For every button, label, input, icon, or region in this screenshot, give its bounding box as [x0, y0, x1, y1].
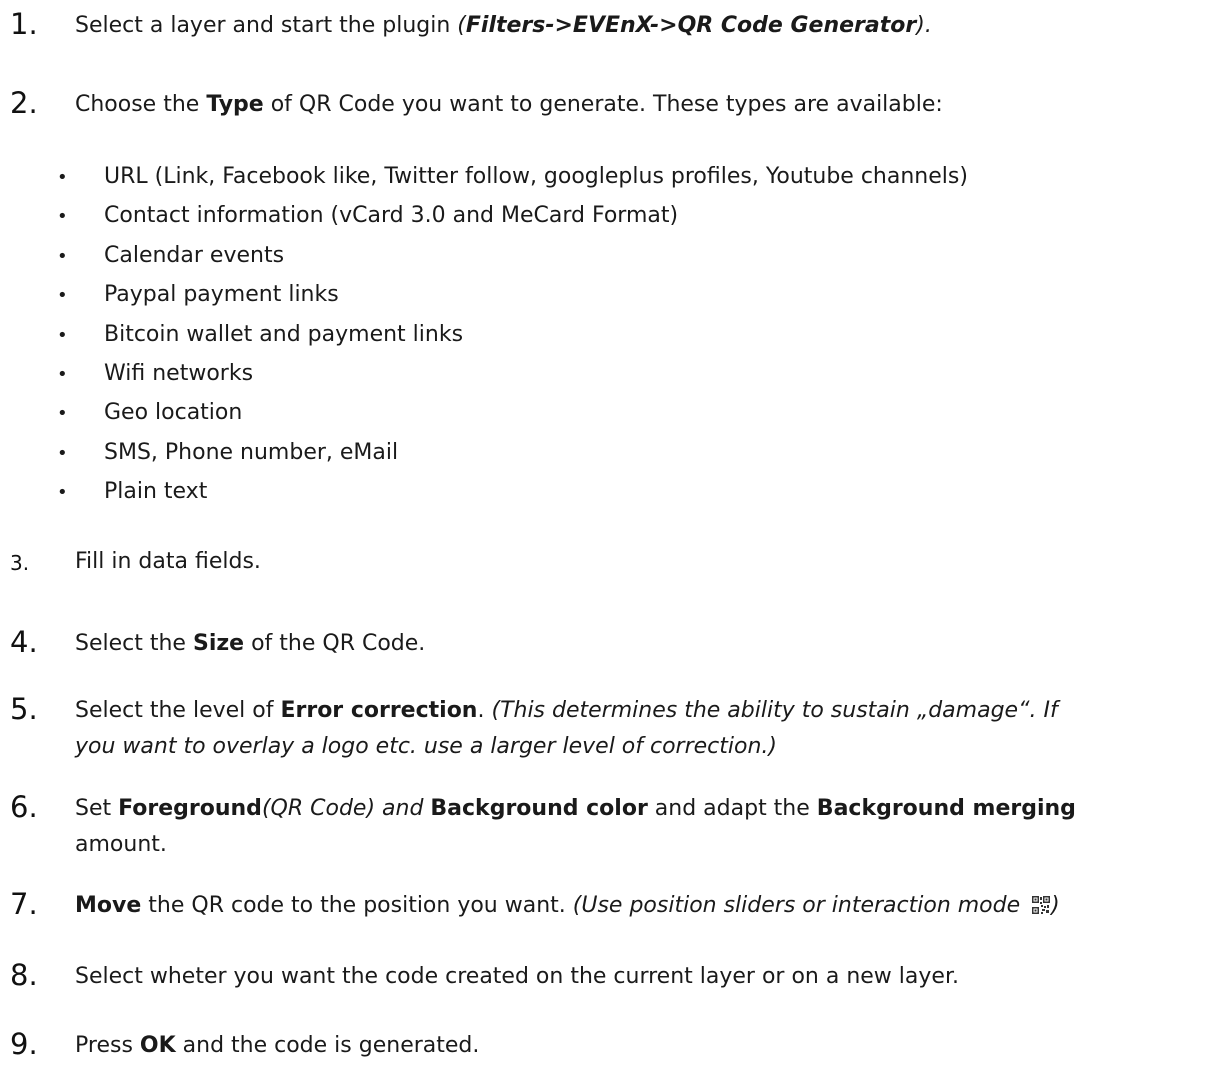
bullet-icon: • — [57, 285, 68, 307]
bullet-icon: • — [57, 167, 68, 188]
bullet-icon: • — [57, 403, 68, 425]
step-text-segment: Select a layer and start the plugin — [75, 13, 458, 38]
step-text-segment: Move — [75, 893, 142, 918]
step-text-segment: Select wheter you want the code created … — [75, 964, 959, 989]
step-text-segment: and adapt the — [647, 796, 817, 821]
step-text-segment: Background merging — [816, 796, 1076, 821]
bullet-icon: • — [57, 245, 68, 267]
step-text-segment: Select the level of — [75, 698, 281, 723]
step-text-segment: the QR code to the position you want. — [141, 893, 573, 918]
step-text-segment: and the code is generated. — [175, 1033, 480, 1058]
step-text-segment: ). — [916, 13, 932, 38]
bullet-icon: • — [57, 364, 68, 385]
step-number: 1. — [10, 7, 38, 41]
step-text-segment: (QR Code) and — [261, 796, 431, 821]
type-list-item: Contact information (vCard 3.0 and MeCar… — [104, 203, 679, 229]
type-list-item: Bitcoin wallet and payment links — [104, 321, 464, 347]
step-number: 2. — [10, 86, 38, 120]
step-number: 6. — [10, 790, 38, 824]
step-number: 7. — [10, 887, 38, 921]
step-text-segment: of QR Code you want to generate. These t… — [263, 92, 943, 117]
step-text-segment: ( — [457, 13, 466, 38]
step-text-segment: of the QR Code. — [244, 631, 426, 656]
step-text-segment: Filters->EVEnX->QR Code Generator — [465, 13, 917, 38]
type-list-item: URL (Link, Facebook like, Twitter follow… — [104, 164, 968, 189]
step-text-segment: Choose the — [75, 92, 207, 117]
bullet-icon: • — [57, 482, 68, 504]
bullet-icon: • — [57, 324, 68, 346]
step-text-segment: Background color — [430, 796, 648, 821]
type-list-item: Plain text — [104, 479, 208, 505]
type-list-item: Calendar events — [104, 242, 285, 268]
step-number: 4. — [10, 625, 38, 659]
step-text-segment: (This determines the ability to sustain … — [491, 698, 1058, 723]
step-text: Choose the Type of QR Code you want to g… — [75, 94, 943, 116]
step-number: 5. — [10, 692, 38, 726]
step-text-segment: OK — [139, 1033, 176, 1058]
step-text-segment: Error correction — [280, 698, 478, 723]
bullet-icon: • — [57, 442, 68, 464]
type-list-item: Wifi networks — [104, 361, 254, 386]
step-text: Select the Size of the QR Code. — [75, 633, 425, 655]
step-text: Select the level of Error correction. (T… — [75, 700, 1058, 722]
step-text-segment: . — [477, 698, 492, 723]
step-text-continued: amount. — [75, 834, 167, 856]
type-list-item: Geo location — [104, 400, 243, 426]
step-text-segment: ) — [1051, 893, 1060, 918]
bullet-icon: • — [57, 206, 68, 228]
step-text-segment: Select the — [75, 631, 193, 656]
step-text: Select a layer and start the plugin (Fil… — [75, 15, 932, 37]
step-text-segment: Size — [192, 631, 245, 656]
step-number: 9. — [10, 1027, 38, 1061]
type-list-item: SMS, Phone number, eMail — [104, 439, 399, 465]
step-text: Select wheter you want the code created … — [75, 966, 959, 988]
step-text: Press OK and the code is generated. — [75, 1035, 479, 1057]
step-text: Fill in data fields. — [75, 551, 261, 573]
type-list-item: Paypal payment links — [104, 282, 339, 308]
step-text-segment: amount. — [75, 832, 167, 857]
step-text: Move the QR code to the position you wan… — [75, 895, 1060, 917]
step-text-segment: you want to overlay a logo etc. use a la… — [75, 734, 777, 759]
step-number: 3. — [10, 551, 30, 575]
step-number: 8. — [10, 958, 38, 992]
step-text-segment: Set — [75, 796, 119, 821]
step-text-segment: Type — [206, 92, 264, 117]
step-text: Set Foreground(QR Code) and Background c… — [75, 798, 1076, 820]
qr-code-icon — [1032, 896, 1051, 914]
step-text-segment: (Use position sliders or interaction mod… — [572, 893, 1028, 918]
step-text-continued: you want to overlay a logo etc. use a la… — [75, 736, 777, 758]
step-text-segment: Foreground — [118, 796, 262, 821]
step-text-segment: Fill in data fields. — [75, 549, 261, 574]
step-text-segment: Press — [75, 1033, 140, 1058]
